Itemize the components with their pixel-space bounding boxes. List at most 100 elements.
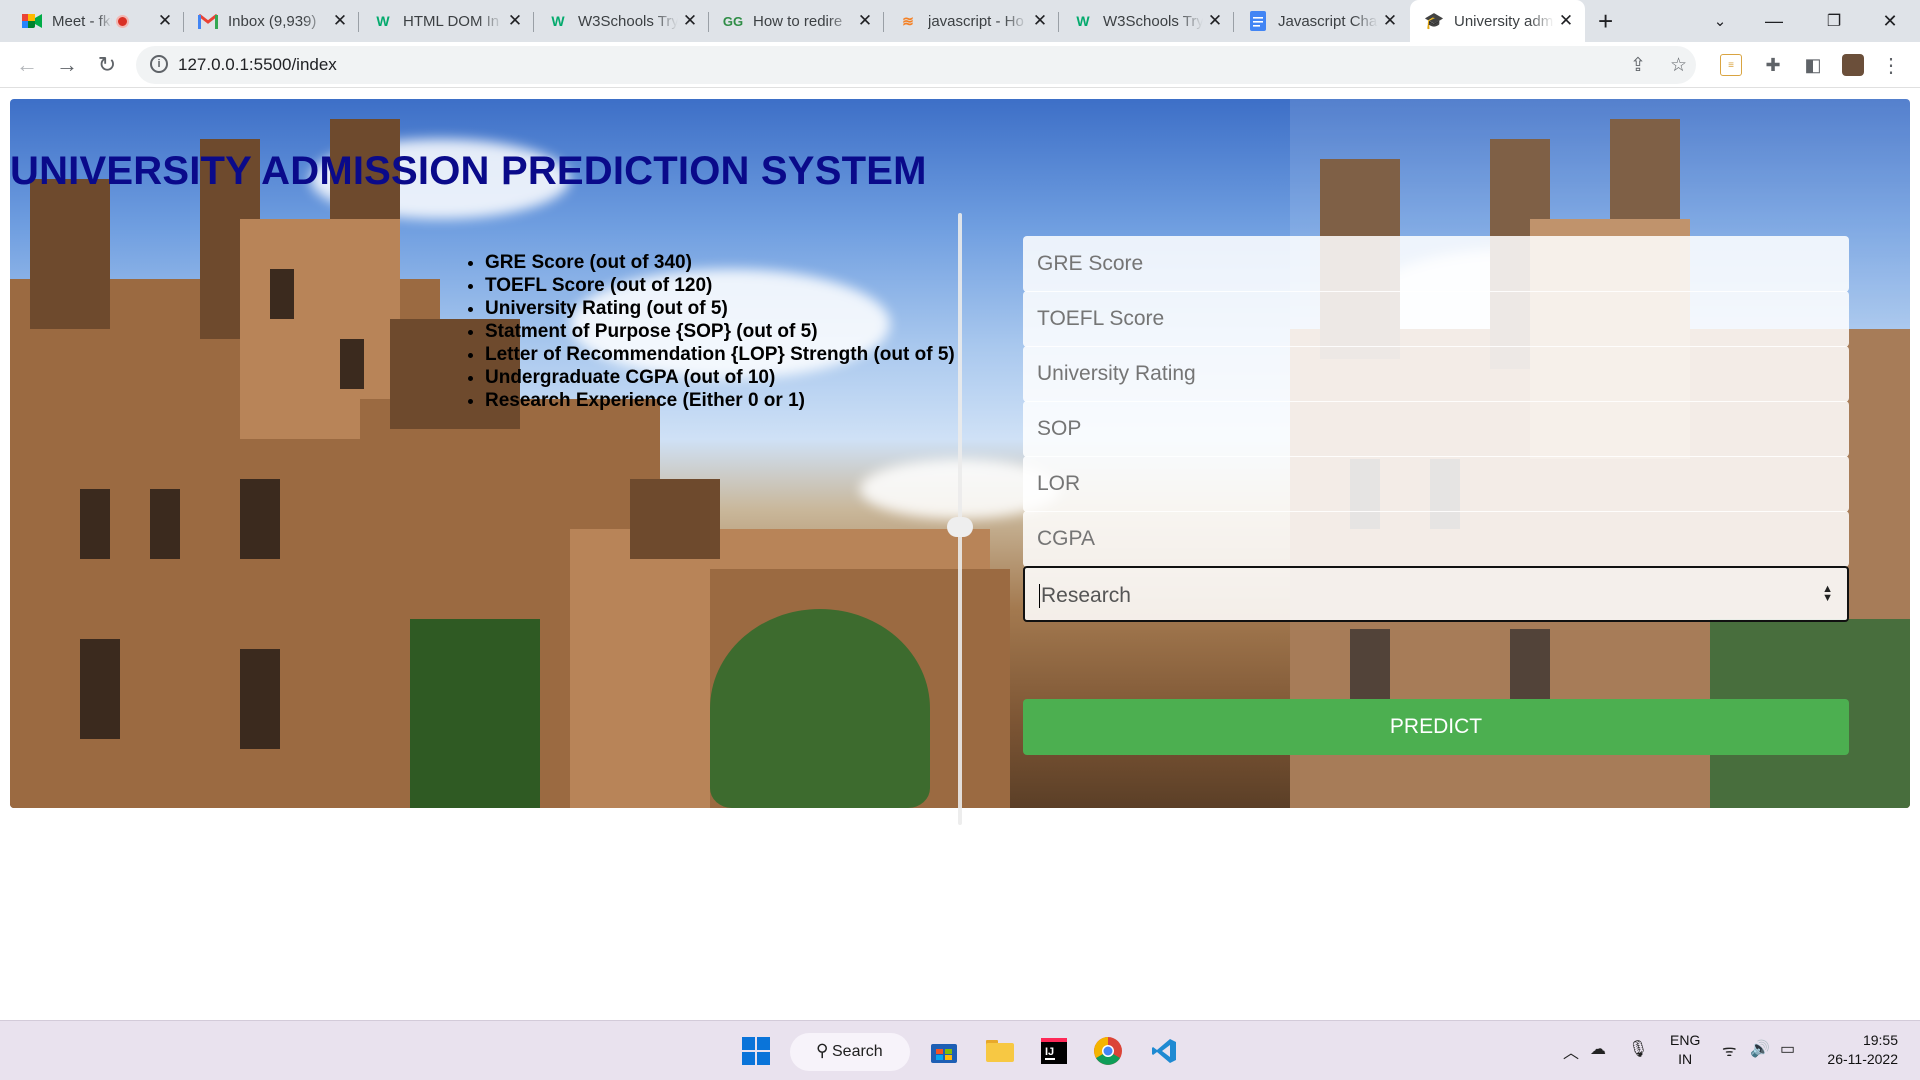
tab-title: javascript - Ho <box>928 12 1024 30</box>
tab-docs[interactable]: Javascript Cha ✕ <box>1234 0 1409 42</box>
page-content: UNIVERSITY ADMISSION PREDICTION SYSTEM G… <box>0 89 1920 1019</box>
site-info-icon[interactable]: i <box>150 55 168 73</box>
list-item: University Rating (out of 5) <box>485 297 955 320</box>
tab-w3schools-dom[interactable]: W HTML DOM In ✕ <box>359 0 534 42</box>
restore-button[interactable]: ❐ <box>1806 0 1862 42</box>
forward-icon[interactable]: → <box>52 50 82 80</box>
extension-icon[interactable]: ≡ <box>1720 54 1742 76</box>
predict-button[interactable]: PREDICT <box>1023 699 1849 755</box>
close-tab-icon[interactable]: ✕ <box>1381 11 1399 31</box>
windows-taskbar: ⚲ Search IJ ︿ ☁ 🎙 ENG IN ᯤ 🔊 ▭ 19:55 26-… <box>0 1020 1920 1080</box>
geeksforgeeks-icon: GG <box>722 13 744 29</box>
tab-title: Javascript Cha <box>1278 12 1378 30</box>
minimize-button[interactable]: — <box>1746 0 1802 42</box>
cgpa-input[interactable]: CGPA <box>1023 511 1849 567</box>
list-item: Letter of Recommendation {LOP} Strength … <box>485 343 955 366</box>
svg-text:IJ: IJ <box>1045 1046 1054 1058</box>
toefl-score-input[interactable]: TOEFL Score <box>1023 291 1849 347</box>
tab-search-icon[interactable]: ⌄ <box>1692 0 1748 42</box>
wifi-icon[interactable]: ᯤ <box>1722 1039 1737 1061</box>
tab-strip: Meet - fki ✕ Inbox (9,939) ✕ W HTML DOM … <box>0 0 1920 42</box>
taskbar-search[interactable]: ⚲ Search <box>790 1033 910 1071</box>
gre-score-input[interactable]: GRE Score <box>1023 236 1849 292</box>
close-tab-icon[interactable]: ✕ <box>1206 11 1224 31</box>
requirements-list: GRE Score (out of 340) TOEFL Score (out … <box>485 251 955 412</box>
docs-icon <box>1248 11 1268 31</box>
w3schools-icon: W <box>376 13 390 29</box>
close-tab-icon[interactable]: ✕ <box>856 11 874 31</box>
clock-date: 26-11-2022 <box>1827 1051 1898 1067</box>
research-select[interactable]: Research ▲ ▼ <box>1023 566 1849 622</box>
clock-time: 19:55 <box>1862 1032 1898 1048</box>
tab-title: HTML DOM In <box>403 12 500 30</box>
tab-title: W3Schools Try <box>1103 12 1203 30</box>
new-tab-button[interactable]: + <box>1598 6 1613 37</box>
tab-gmail[interactable]: Inbox (9,939) ✕ <box>184 0 359 42</box>
close-tab-icon[interactable]: ✕ <box>156 11 174 31</box>
chrome-icon[interactable] <box>1088 1031 1128 1071</box>
close-window-button[interactable]: ✕ <box>1862 0 1918 42</box>
research-placeholder: Research <box>1041 584 1131 607</box>
sop-input[interactable]: SOP <box>1023 401 1849 457</box>
recording-icon <box>116 14 129 28</box>
close-tab-icon[interactable]: ✕ <box>681 11 699 31</box>
language-region: IN <box>1678 1051 1693 1067</box>
tab-title: W3Schools Try <box>578 12 678 30</box>
gmail-icon <box>198 11 218 31</box>
tab-title: Meet - fki <box>52 12 112 30</box>
close-tab-icon[interactable]: ✕ <box>331 11 349 31</box>
tab-w3schools-try[interactable]: W W3Schools Try ✕ <box>534 0 709 42</box>
onedrive-icon[interactable]: ☁ <box>1590 1039 1606 1059</box>
list-item: Research Experience (Either 0 or 1) <box>485 389 955 412</box>
lor-input[interactable]: LOR <box>1023 456 1849 512</box>
volume-icon[interactable]: 🔊 <box>1750 1039 1770 1059</box>
chevron-up-icon[interactable]: ︿ <box>1563 1039 1579 1063</box>
taskbar-search-label: Search <box>832 1043 883 1060</box>
battery-icon[interactable]: ▭ <box>1780 1039 1795 1059</box>
divider-handle <box>947 517 973 537</box>
back-icon[interactable]: ← <box>12 50 42 80</box>
system-clock[interactable]: 19:55 26-11-2022 <box>1827 1031 1898 1069</box>
puzzle-icon[interactable]: ✚ <box>1762 54 1784 76</box>
w3schools-icon: W <box>1076 13 1090 29</box>
tab-geeksforgeeks[interactable]: GG How to redire ✕ <box>709 0 884 42</box>
list-item: TOEFL Score (out of 120) <box>485 274 955 297</box>
avatar[interactable] <box>1842 54 1864 76</box>
browser-toolbar: ← → ↻ i 127.0.0.1:5500/index ⇪ ☆ ≡ ✚ ◧ ⋮ <box>0 42 1920 88</box>
list-item: GRE Score (out of 340) <box>485 251 955 274</box>
university-rating-input[interactable]: University Rating <box>1023 346 1849 402</box>
select-arrows-icon: ▲ ▼ <box>1822 583 1833 604</box>
reload-icon[interactable]: ↻ <box>92 50 122 80</box>
language-indicator[interactable]: ENG IN <box>1670 1031 1700 1069</box>
start-icon[interactable] <box>736 1031 776 1071</box>
url-text[interactable]: 127.0.0.1:5500/index <box>178 55 337 75</box>
bookmark-star-icon[interactable]: ☆ <box>1670 54 1687 77</box>
tab-title: Inbox (9,939) <box>228 12 317 30</box>
close-tab-icon[interactable]: ✕ <box>1031 11 1049 31</box>
address-bar[interactable]: i 127.0.0.1:5500/index ⇪ ☆ <box>136 46 1696 84</box>
tab-title: University adm <box>1454 12 1554 30</box>
search-icon: ⚲ <box>816 1041 829 1060</box>
intellij-icon[interactable]: IJ <box>1034 1031 1074 1071</box>
tab-w3schools-try-2[interactable]: W W3Schools Try ✕ <box>1059 0 1234 42</box>
page-title: UNIVERSITY ADMISSION PREDICTION SYSTEM <box>10 149 927 193</box>
meet-icon <box>22 11 42 31</box>
text-caret <box>1039 584 1040 609</box>
graduation-cap-icon: 🎓 <box>1424 13 1444 30</box>
tab-university-admission[interactable]: 🎓 University adm ✕ <box>1410 0 1585 42</box>
language-code: ENG <box>1670 1032 1701 1048</box>
menu-icon[interactable]: ⋮ <box>1880 54 1902 77</box>
share-icon[interactable]: ⇪ <box>1630 54 1646 77</box>
close-tab-icon[interactable]: ✕ <box>506 11 524 31</box>
tab-stackoverflow[interactable]: ≋ javascript - Ho ✕ <box>884 0 1059 42</box>
store-icon[interactable] <box>924 1031 964 1071</box>
tab-meet[interactable]: Meet - fki ✕ <box>8 0 184 42</box>
stackoverflow-icon: ≋ <box>902 12 914 29</box>
tab-title: How to redire <box>753 12 843 30</box>
side-panel-icon[interactable]: ◧ <box>1802 54 1824 76</box>
file-explorer-icon[interactable] <box>980 1031 1020 1071</box>
microphone-icon[interactable]: 🎙 <box>1628 1039 1648 1059</box>
close-tab-icon[interactable]: ✕ <box>1557 11 1575 31</box>
vscode-icon[interactable] <box>1144 1031 1184 1071</box>
list-item: Statment of Purpose {SOP} (out of 5) <box>485 320 955 343</box>
